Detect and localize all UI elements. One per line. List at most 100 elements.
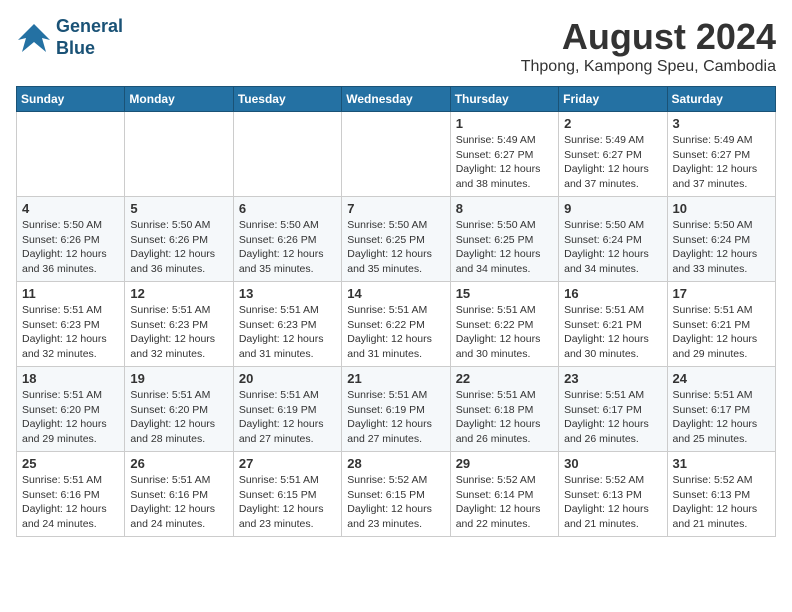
- calendar-cell: 4 Sunrise: 5:50 AM Sunset: 6:26 PM Daylig…: [17, 197, 125, 282]
- calendar-cell: 24Sunrise: 5:51 AM Sunset: 6:17 PM Dayli…: [667, 367, 775, 452]
- day-detail: Sunrise: 5:50 AM Sunset: 6:25 PM Dayligh…: [456, 218, 553, 277]
- day-detail: Sunrise: 5:52 AM Sunset: 6:13 PM Dayligh…: [564, 473, 661, 532]
- day-number: 22: [456, 371, 553, 386]
- calendar-cell: 30 Sunrise: 5:52 AM Sunset: 6:13 PM Dayli…: [559, 452, 667, 537]
- calendar-cell: 12Sunrise: 5:51 AM Sunset: 6:23 PM Dayli…: [125, 282, 233, 367]
- day-detail: Sunrise: 5:52 AM Sunset: 6:13 PM Dayligh…: [673, 473, 770, 532]
- day-number: 28: [347, 456, 444, 471]
- calendar-cell: 9Sunrise: 5:50 AM Sunset: 6:24 PM Daylig…: [559, 197, 667, 282]
- calendar-cell: 5 Sunrise: 5:50 AM Sunset: 6:26 PM Daylig…: [125, 197, 233, 282]
- day-number: 18: [22, 371, 119, 386]
- day-detail: Sunrise: 5:49 AM Sunset: 6:27 PM Dayligh…: [456, 133, 553, 192]
- day-detail: Sunrise: 5:51 AM Sunset: 6:17 PM Dayligh…: [673, 388, 770, 447]
- day-detail: Sunrise: 5:50 AM Sunset: 6:26 PM Dayligh…: [130, 218, 227, 277]
- day-detail: Sunrise: 5:51 AM Sunset: 6:21 PM Dayligh…: [564, 303, 661, 362]
- day-detail: Sunrise: 5:50 AM Sunset: 6:26 PM Dayligh…: [239, 218, 336, 277]
- calendar-cell: 16 Sunrise: 5:51 AM Sunset: 6:21 PM Dayli…: [559, 282, 667, 367]
- calendar-cell: [233, 112, 341, 197]
- day-number: 1: [456, 116, 553, 131]
- location-title: Thpong, Kampong Speu, Cambodia: [521, 58, 776, 76]
- day-detail: Sunrise: 5:51 AM Sunset: 6:15 PM Dayligh…: [239, 473, 336, 532]
- calendar-week-row: 18 Sunrise: 5:51 AM Sunset: 6:20 PM Dayli…: [17, 367, 776, 452]
- weekday-header-saturday: Saturday: [667, 87, 775, 112]
- day-detail: Sunrise: 5:49 AM Sunset: 6:27 PM Dayligh…: [564, 133, 661, 192]
- calendar-cell: 17 Sunrise: 5:51 AM Sunset: 6:21 PM Dayli…: [667, 282, 775, 367]
- calendar-cell: 8 Sunrise: 5:50 AM Sunset: 6:25 PM Daylig…: [450, 197, 558, 282]
- weekday-header-thursday: Thursday: [450, 87, 558, 112]
- calendar-cell: [17, 112, 125, 197]
- day-number: 25: [22, 456, 119, 471]
- calendar-cell: 13Sunrise: 5:51 AM Sunset: 6:23 PM Dayli…: [233, 282, 341, 367]
- day-number: 31: [673, 456, 770, 471]
- weekday-header-tuesday: Tuesday: [233, 87, 341, 112]
- day-number: 2: [564, 116, 661, 131]
- calendar-cell: 21Sunrise: 5:51 AM Sunset: 6:19 PM Dayli…: [342, 367, 450, 452]
- day-detail: Sunrise: 5:51 AM Sunset: 6:16 PM Dayligh…: [130, 473, 227, 532]
- calendar-cell: 6 Sunrise: 5:50 AM Sunset: 6:26 PM Daylig…: [233, 197, 341, 282]
- logo-line2: Blue: [56, 38, 95, 58]
- calendar-cell: 20 Sunrise: 5:51 AM Sunset: 6:19 PM Dayli…: [233, 367, 341, 452]
- day-number: 12: [130, 286, 227, 301]
- weekday-header-sunday: Sunday: [17, 87, 125, 112]
- day-detail: Sunrise: 5:51 AM Sunset: 6:20 PM Dayligh…: [130, 388, 227, 447]
- day-detail: Sunrise: 5:51 AM Sunset: 6:23 PM Dayligh…: [239, 303, 336, 362]
- day-detail: Sunrise: 5:49 AM Sunset: 6:27 PM Dayligh…: [673, 133, 770, 192]
- logo-line1: General: [56, 16, 123, 36]
- calendar-header: SundayMondayTuesdayWednesdayThursdayFrid…: [17, 87, 776, 112]
- day-detail: Sunrise: 5:51 AM Sunset: 6:16 PM Dayligh…: [22, 473, 119, 532]
- day-detail: Sunrise: 5:51 AM Sunset: 6:22 PM Dayligh…: [456, 303, 553, 362]
- calendar-cell: 11 Sunrise: 5:51 AM Sunset: 6:23 PM Dayli…: [17, 282, 125, 367]
- day-number: 6: [239, 201, 336, 216]
- day-number: 20: [239, 371, 336, 386]
- calendar-cell: 18 Sunrise: 5:51 AM Sunset: 6:20 PM Dayli…: [17, 367, 125, 452]
- day-number: 5: [130, 201, 227, 216]
- day-number: 7: [347, 201, 444, 216]
- day-detail: Sunrise: 5:52 AM Sunset: 6:15 PM Dayligh…: [347, 473, 444, 532]
- page-header: General Blue August 2024 Thpong, Kampong…: [16, 16, 776, 76]
- calendar-cell: 22 Sunrise: 5:51 AM Sunset: 6:18 PM Dayli…: [450, 367, 558, 452]
- day-detail: Sunrise: 5:51 AM Sunset: 6:18 PM Dayligh…: [456, 388, 553, 447]
- day-number: 19: [130, 371, 227, 386]
- day-number: 4: [22, 201, 119, 216]
- day-detail: Sunrise: 5:50 AM Sunset: 6:26 PM Dayligh…: [22, 218, 119, 277]
- calendar-cell: 7 Sunrise: 5:50 AM Sunset: 6:25 PM Daylig…: [342, 197, 450, 282]
- month-title: August 2024: [521, 16, 776, 58]
- day-detail: Sunrise: 5:51 AM Sunset: 6:23 PM Dayligh…: [22, 303, 119, 362]
- calendar-week-row: 1 Sunrise: 5:49 AM Sunset: 6:27 PM Daylig…: [17, 112, 776, 197]
- day-detail: Sunrise: 5:51 AM Sunset: 6:17 PM Dayligh…: [564, 388, 661, 447]
- day-detail: Sunrise: 5:51 AM Sunset: 6:21 PM Dayligh…: [673, 303, 770, 362]
- calendar-cell: 28 Sunrise: 5:52 AM Sunset: 6:15 PM Dayli…: [342, 452, 450, 537]
- calendar-week-row: 4 Sunrise: 5:50 AM Sunset: 6:26 PM Daylig…: [17, 197, 776, 282]
- calendar-cell: 19 Sunrise: 5:51 AM Sunset: 6:20 PM Dayli…: [125, 367, 233, 452]
- weekday-header-wednesday: Wednesday: [342, 87, 450, 112]
- calendar-week-row: 11 Sunrise: 5:51 AM Sunset: 6:23 PM Dayli…: [17, 282, 776, 367]
- day-number: 14: [347, 286, 444, 301]
- calendar-cell: 27 Sunrise: 5:51 AM Sunset: 6:15 PM Dayli…: [233, 452, 341, 537]
- day-number: 27: [239, 456, 336, 471]
- day-number: 9: [564, 201, 661, 216]
- day-number: 30: [564, 456, 661, 471]
- day-detail: Sunrise: 5:52 AM Sunset: 6:14 PM Dayligh…: [456, 473, 553, 532]
- day-number: 3: [673, 116, 770, 131]
- weekday-header-monday: Monday: [125, 87, 233, 112]
- day-number: 16: [564, 286, 661, 301]
- weekday-header-friday: Friday: [559, 87, 667, 112]
- title-block: August 2024 Thpong, Kampong Speu, Cambod…: [521, 16, 776, 76]
- day-detail: Sunrise: 5:51 AM Sunset: 6:20 PM Dayligh…: [22, 388, 119, 447]
- calendar-cell: 3 Sunrise: 5:49 AM Sunset: 6:27 PM Daylig…: [667, 112, 775, 197]
- day-number: 17: [673, 286, 770, 301]
- day-number: 26: [130, 456, 227, 471]
- calendar-cell: [342, 112, 450, 197]
- day-number: 11: [22, 286, 119, 301]
- logo: General Blue: [16, 16, 123, 59]
- calendar-body: 1 Sunrise: 5:49 AM Sunset: 6:27 PM Daylig…: [17, 112, 776, 537]
- day-detail: Sunrise: 5:50 AM Sunset: 6:25 PM Dayligh…: [347, 218, 444, 277]
- day-number: 8: [456, 201, 553, 216]
- day-detail: Sunrise: 5:50 AM Sunset: 6:24 PM Dayligh…: [673, 218, 770, 277]
- calendar-cell: 10Sunrise: 5:50 AM Sunset: 6:24 PM Dayli…: [667, 197, 775, 282]
- calendar-cell: 15Sunrise: 5:51 AM Sunset: 6:22 PM Dayli…: [450, 282, 558, 367]
- day-detail: Sunrise: 5:51 AM Sunset: 6:19 PM Dayligh…: [239, 388, 336, 447]
- day-detail: Sunrise: 5:51 AM Sunset: 6:19 PM Dayligh…: [347, 388, 444, 447]
- calendar-cell: 2 Sunrise: 5:49 AM Sunset: 6:27 PM Daylig…: [559, 112, 667, 197]
- calendar-cell: 23Sunrise: 5:51 AM Sunset: 6:17 PM Dayli…: [559, 367, 667, 452]
